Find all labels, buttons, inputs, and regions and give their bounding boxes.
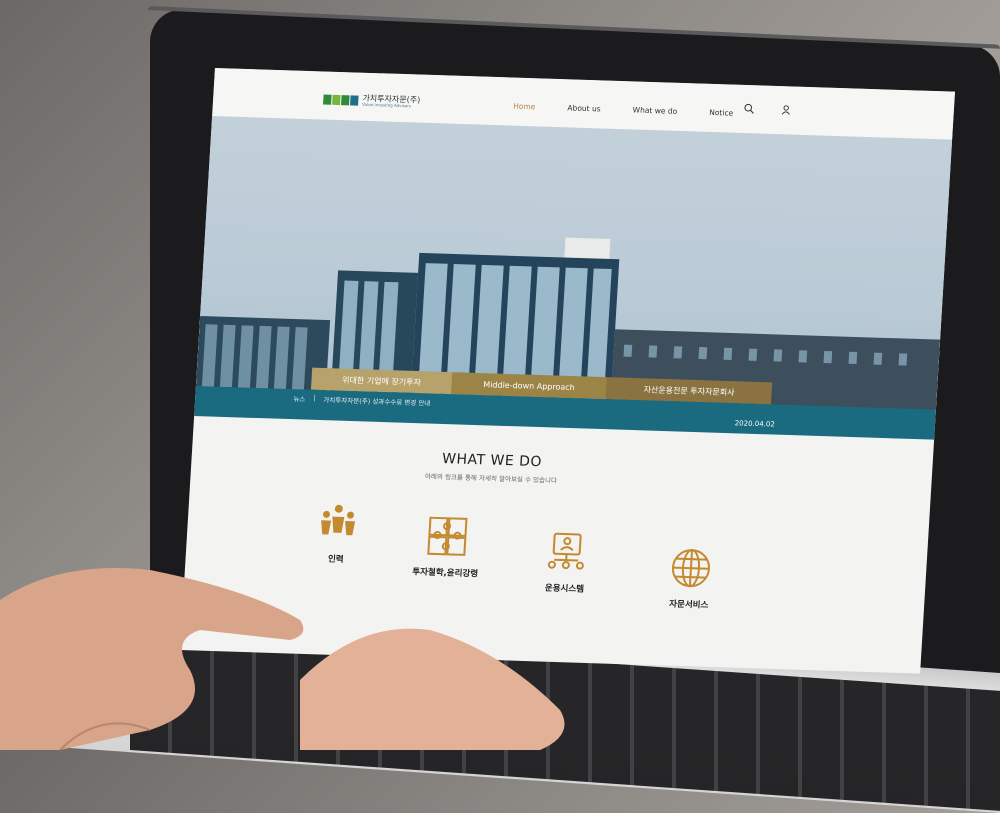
news-title[interactable]: 가치투자자문(주) 성과수수료 변경 안내 [323, 394, 431, 407]
user-icon[interactable] [780, 104, 792, 115]
nav-home[interactable]: Home [513, 102, 536, 112]
service-advisory[interactable]: 자문서비스 [638, 545, 742, 612]
service-label: 인력 [285, 551, 386, 566]
network-icon [543, 529, 590, 574]
logo-mark-icon [323, 95, 359, 106]
laptop-screen: 가치투자자문(주) Value Investing Advisors Home … [180, 68, 955, 674]
hero-banner: 위대한 기업에 장기투자 Middle-down Approach 자산운용전문… [195, 116, 952, 430]
news-date: 2020.04.02 [734, 419, 775, 428]
puzzle-icon [424, 514, 471, 559]
main-nav: Home About us What we do Notice [513, 102, 733, 118]
service-philosophy[interactable]: 투자철학,윤리강령 [395, 513, 499, 580]
nav-what-we-do[interactable]: What we do [632, 105, 677, 115]
nav-notice[interactable]: Notice [709, 108, 734, 118]
header-icons [743, 103, 792, 116]
news-label: 뉴스 [293, 393, 306, 403]
people-icon [315, 500, 362, 545]
search-icon[interactable] [743, 103, 755, 114]
nav-about-us[interactable]: About us [567, 103, 601, 113]
logo-name-en: Value Investing Advisors [362, 103, 420, 109]
service-label: 운용시스템 [514, 581, 615, 596]
news-separator: | [313, 394, 316, 402]
site-logo[interactable]: 가치투자자문(주) Value Investing Advisors [323, 94, 420, 109]
service-system[interactable]: 운용시스템 [514, 529, 618, 596]
globe-icon [668, 545, 715, 590]
service-people[interactable]: 인력 [285, 499, 389, 566]
service-label: 투자철학,윤리강령 [395, 565, 496, 580]
service-label: 자문서비스 [638, 597, 739, 612]
